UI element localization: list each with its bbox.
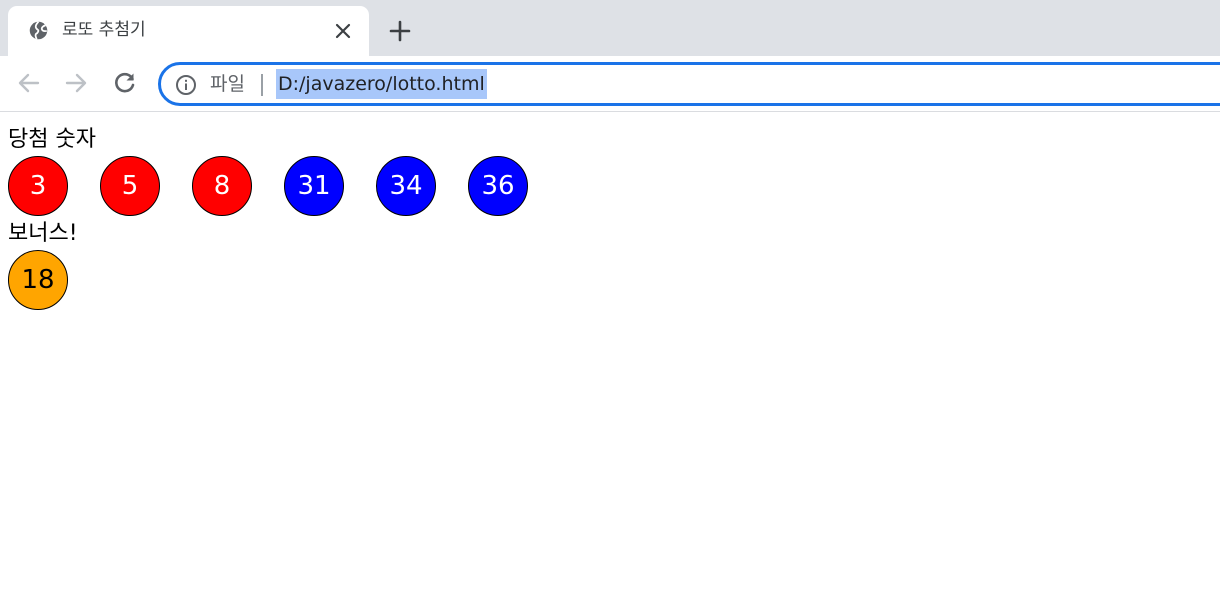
browser-toolbar: 파일 D:/javazero/lotto.html — [0, 56, 1220, 112]
winning-numbers-label: 당첨 숫자 — [8, 127, 96, 152]
bonus-number-ball: 18 — [8, 250, 68, 310]
address-bar[interactable]: 파일 D:/javazero/lotto.html — [158, 62, 1220, 106]
tab-strip: 로또 추첨기 — [0, 0, 1220, 56]
winning-number-ball: 34 — [376, 156, 436, 216]
winning-number-ball: 5 — [100, 156, 160, 216]
winning-number-ball: 31 — [284, 156, 344, 216]
globe-icon — [29, 21, 48, 40]
forward-arrow-icon[interactable] — [63, 70, 89, 96]
browser-tab[interactable]: 로또 추첨기 — [8, 6, 369, 56]
plus-icon[interactable] — [389, 20, 411, 42]
tab-title: 로또 추첨기 — [62, 20, 146, 40]
reload-icon[interactable] — [112, 70, 138, 96]
close-icon[interactable] — [333, 21, 353, 41]
info-icon[interactable] — [175, 74, 197, 96]
address-separator — [261, 74, 263, 96]
address-scheme-label: 파일 — [210, 73, 245, 95]
bonus-label: 보너스! — [8, 221, 78, 246]
address-url[interactable]: D:/javazero/lotto.html — [276, 69, 487, 99]
winning-number-ball: 8 — [192, 156, 252, 216]
winning-number-ball: 36 — [468, 156, 528, 216]
winning-number-ball: 3 — [8, 156, 68, 216]
page-content: 당첨 숫자 3 5 8 31 34 36 보너스! 18 — [0, 112, 1220, 612]
back-arrow-icon[interactable] — [16, 70, 42, 96]
